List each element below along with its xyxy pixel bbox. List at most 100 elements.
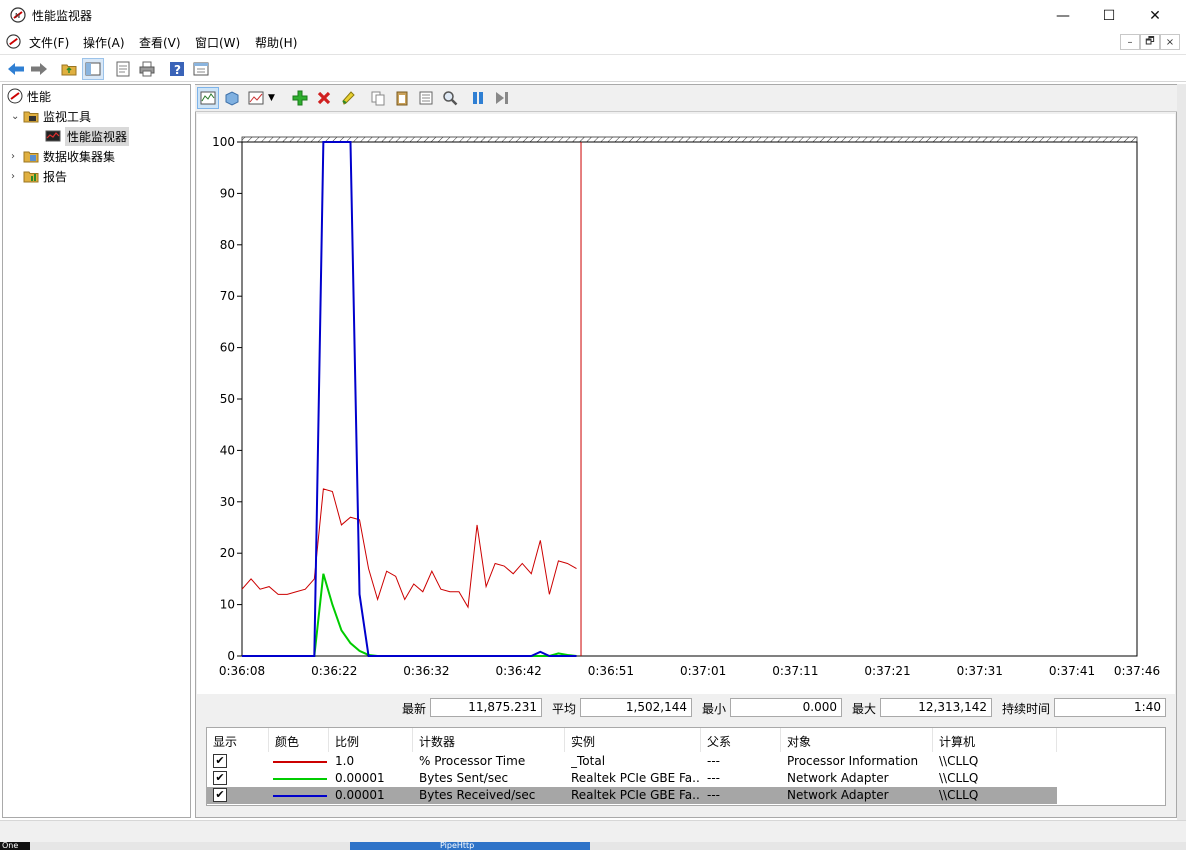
svg-text:N: N [15, 12, 20, 20]
tree-item-label: 性能 [27, 89, 52, 104]
perfmon-menu-icon[interactable] [6, 34, 21, 49]
maximum-value: 12,313,142 [880, 698, 992, 717]
y-tick-label: 50 [220, 392, 235, 406]
perfmon-node-icon [7, 88, 23, 104]
column-header-scale[interactable]: 比例 [329, 728, 413, 752]
tree-item-performance-monitor[interactable]: 性能监视器 [45, 126, 130, 146]
last-value: 11,875.231 [430, 698, 542, 717]
add-counter-icon[interactable] [289, 87, 311, 109]
counter-cell: Bytes Sent/sec [419, 771, 509, 785]
table-row-selected[interactable]: ✔ 0.00001 Bytes Received/sec Realtek PCI… [207, 787, 1165, 804]
chevron-right-icon[interactable]: › [11, 151, 23, 162]
view-log-data-icon[interactable] [221, 87, 243, 109]
y-tick-label: 70 [220, 289, 235, 303]
table-row[interactable]: ✔ 1.0 % Processor Time _Total --- Proces… [207, 753, 1165, 770]
instance-cell: Realtek PCIe GBE Fa... [571, 771, 699, 785]
tree-item-performance[interactable]: 性能 [7, 86, 51, 106]
y-tick-label: 60 [220, 341, 235, 355]
chevron-down-icon[interactable]: ▼ [268, 93, 275, 103]
table-row[interactable]: ✔ 0.00001 Bytes Sent/sec Realtek PCIe GB… [207, 770, 1165, 787]
last-label: 最新 [402, 702, 427, 716]
copy-properties-icon[interactable] [367, 87, 389, 109]
paste-counter-list-icon[interactable] [391, 87, 413, 109]
menu-view[interactable]: 查看(V) [139, 34, 181, 51]
column-header-computer[interactable]: 计算机 [933, 728, 1057, 752]
view-current-activity-icon[interactable] [197, 87, 219, 109]
status-bar [0, 820, 1186, 842]
menu-bar: 文件(F) 操作(A) 查看(V) 窗口(W) 帮助(H) [0, 31, 1186, 53]
x-tick-label: 0:37:21 [864, 664, 910, 678]
zoom-icon[interactable] [439, 87, 461, 109]
series-color-swatch [273, 778, 327, 780]
taskbar-item[interactable]: PipeHttp [350, 842, 590, 850]
mdi-minimize-button[interactable]: – [1120, 34, 1140, 50]
show-checkbox[interactable]: ✔ [213, 788, 227, 802]
tree-item-label: 数据收集器集 [43, 149, 116, 164]
x-tick-label: 0:37:31 [957, 664, 1003, 678]
average-label: 平均 [552, 702, 577, 716]
help-icon[interactable]: ? [166, 58, 188, 80]
forward-arrow-icon[interactable] [28, 58, 50, 80]
series-color-swatch [273, 761, 327, 763]
line-chart: 0 10 20 30 40 50 60 70 80 90 100 0:36:08 0:36:22 0:3… [212, 135, 1160, 678]
delete-counter-icon[interactable] [313, 87, 335, 109]
y-tick-label: 30 [220, 495, 235, 509]
x-tick-label: 0:37:01 [680, 664, 726, 678]
update-data-icon[interactable] [491, 87, 513, 109]
x-tick-label: 0:36:42 [496, 664, 542, 678]
back-arrow-icon[interactable] [5, 58, 27, 80]
chevron-down-icon[interactable]: ⌄ [11, 111, 23, 122]
y-tick-label: 80 [220, 238, 235, 252]
properties-icon[interactable] [112, 58, 134, 80]
change-graph-type-icon[interactable] [245, 87, 267, 109]
scale-cell: 1.0 [335, 754, 355, 768]
tree-item-reports[interactable]: › 报告 [11, 166, 67, 186]
parent-cell: --- [707, 771, 720, 785]
title-bar[interactable]: N 性能监视器 — ☐ ✕ [0, 0, 1186, 31]
column-header-object[interactable]: 对象 [781, 728, 933, 752]
y-tick-label: 0 [227, 649, 235, 663]
column-header-counter[interactable]: 计数器 [413, 728, 565, 752]
chart-toolbar: ▼ [195, 85, 1177, 112]
object-cell: Processor Information [787, 754, 919, 768]
close-button[interactable]: ✕ [1132, 0, 1178, 31]
tree-item-data-collector-sets[interactable]: › 数据收集器集 [11, 146, 115, 166]
up-folder-icon[interactable] [58, 58, 80, 80]
series-color-swatch [273, 795, 327, 797]
chevron-right-icon[interactable]: › [11, 171, 23, 182]
column-header-parent[interactable]: 父系 [701, 728, 781, 752]
properties-icon[interactable] [415, 87, 437, 109]
menu-window[interactable]: 窗口(W) [195, 34, 240, 51]
counter-cell: % Processor Time [419, 754, 526, 768]
mmc-view-icon[interactable] [190, 58, 212, 80]
overflow-hatch-band [241, 136, 1138, 143]
highlight-icon[interactable] [337, 87, 359, 109]
freeze-display-icon[interactable] [467, 87, 489, 109]
maximize-button[interactable]: ☐ [1086, 0, 1132, 31]
mdi-restore-button[interactable]: 🗗 [1140, 34, 1160, 50]
x-tick-label: 0:36:08 [219, 664, 265, 678]
show-checkbox[interactable]: ✔ [213, 754, 227, 768]
x-tick-label: 0:36:51 [588, 664, 634, 678]
menu-action[interactable]: 操作(A) [83, 34, 125, 51]
object-cell: Network Adapter [787, 771, 889, 785]
column-header-instance[interactable]: 实例 [565, 728, 701, 752]
perfmon-app-icon: N [10, 7, 26, 23]
background-window-edge [1177, 84, 1186, 820]
scale-cell: 0.00001 [335, 788, 385, 802]
instance-cell: Realtek PCIe GBE Fa... [571, 788, 699, 802]
tree-item-monitoring-tools[interactable]: ⌄ 监视工具 [11, 106, 91, 126]
mdi-close-button[interactable]: × [1160, 34, 1180, 50]
menu-help[interactable]: 帮助(H) [255, 34, 297, 51]
show-checkbox[interactable]: ✔ [213, 771, 227, 785]
menu-file[interactable]: 文件(F) [29, 34, 69, 51]
main-toolbar: ? [0, 54, 1186, 82]
average-value: 1,502,144 [580, 698, 692, 717]
column-header-show[interactable]: 显示 [207, 728, 269, 752]
show-hide-console-tree-icon[interactable] [82, 58, 104, 80]
window-title: 性能监视器 [32, 9, 93, 23]
minimize-button[interactable]: — [1040, 0, 1086, 31]
print-icon[interactable] [136, 58, 158, 80]
taskbar-item[interactable]: One [0, 842, 30, 850]
column-header-color[interactable]: 颜色 [269, 728, 329, 752]
